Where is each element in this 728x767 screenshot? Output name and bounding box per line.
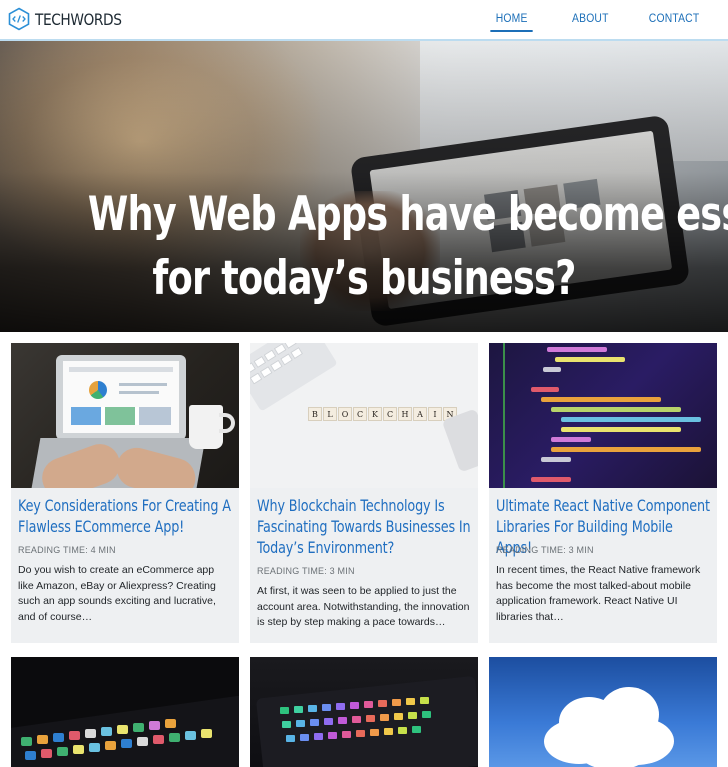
hero-banner[interactable]: Why Web Apps have become essential for t… [0, 41, 728, 332]
site-logo[interactable]: TECHWORDS [8, 7, 136, 31]
post-card[interactable]: Ultimate React Native Component Librarie… [489, 343, 717, 643]
mug-image [189, 405, 223, 449]
hero-title[interactable]: Why Web Apps have become essential for t… [88, 183, 728, 311]
code-hexagon-icon [8, 7, 30, 31]
nav-contact-link[interactable]: CONTACT [649, 13, 700, 32]
post-thumbnail-smartphone[interactable] [11, 657, 239, 767]
post-thumbnail-cloud[interactable] [489, 657, 717, 767]
phone-image [441, 408, 478, 473]
nav-home-link[interactable]: HOME [490, 13, 533, 32]
post-excerpt: At first, it was seen to be applied to j… [257, 585, 470, 628]
post-card[interactable]: B L O C K C H A I N Why Blockchain Techn… [250, 343, 478, 643]
post-card[interactable] [11, 657, 239, 767]
post-excerpt: Do you wish to create an eCommerce app l… [18, 564, 216, 623]
post-thumbnail-rgb-keyboard[interactable] [250, 657, 478, 767]
site-header: TECHWORDS HOME ABOUT CONTACT [0, 0, 728, 41]
post-card[interactable] [489, 657, 717, 767]
blockchain-letter-tiles: B L O C K C H A I N [308, 407, 458, 421]
reading-time: READING TIME: 3 MIN [257, 566, 355, 576]
reading-time: READING TIME: 3 MIN [496, 545, 594, 555]
nav-about-link[interactable]: ABOUT [572, 13, 609, 32]
main-nav: HOME ABOUT CONTACT [453, 13, 702, 32]
post-thumbnail-code[interactable] [489, 343, 717, 488]
post-thumbnail-laptop[interactable] [11, 343, 239, 488]
logo-text: TECHWORDS [35, 9, 122, 29]
post-card[interactable]: Key Considerations For Creating A Flawle… [11, 343, 239, 643]
post-title-link[interactable]: Key Considerations For Creating A Flawle… [18, 495, 234, 537]
post-card[interactable] [250, 657, 478, 767]
post-title-link[interactable]: Why Blockchain Technology Is Fascinating… [257, 495, 473, 558]
post-thumbnail-blockchain[interactable]: B L O C K C H A I N [250, 343, 478, 488]
post-excerpt: In recent times, the React Native framew… [496, 564, 701, 623]
reading-time: READING TIME: 4 MIN [18, 545, 116, 555]
